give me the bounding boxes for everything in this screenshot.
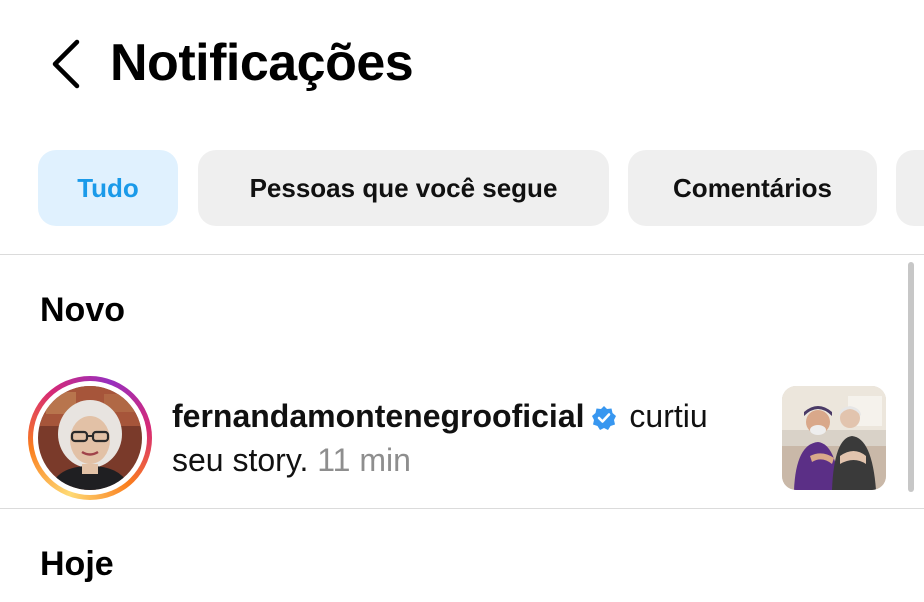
divider	[0, 254, 924, 255]
filter-chip-comments[interactable]: Comentários	[628, 150, 877, 226]
filter-chip-following[interactable]: Pessoas que você segue	[198, 150, 609, 226]
scrollbar[interactable]	[908, 262, 914, 492]
section-title-today: Hoje	[40, 545, 114, 583]
section-title-new: Novo	[40, 291, 125, 329]
notification-time: 11 min	[308, 442, 411, 478]
back-button[interactable]	[44, 36, 88, 92]
avatar	[38, 386, 142, 490]
page-title: Notificações	[110, 34, 414, 92]
avatar-border	[33, 381, 147, 495]
verified-badge-icon	[591, 400, 617, 440]
chevron-left-icon	[52, 39, 80, 89]
notifications-screen: Notificações Tudo Pessoas que você segue…	[0, 0, 924, 602]
filter-chip-all[interactable]: Tudo	[38, 150, 178, 226]
divider	[0, 508, 924, 509]
filter-chips: Tudo Pessoas que você segue Comentários	[38, 150, 924, 226]
header: Notificações	[0, 0, 924, 130]
notification-item[interactable]: fernandamontenegrooficial curtiu seu sto…	[0, 366, 900, 506]
story-ring[interactable]	[28, 376, 152, 500]
notification-username[interactable]: fernandamontenegrooficial	[172, 398, 585, 434]
story-thumbnail[interactable]	[782, 386, 886, 490]
filter-chip-more[interactable]	[896, 150, 924, 226]
notification-text: fernandamontenegrooficial curtiu seu sto…	[172, 396, 762, 480]
